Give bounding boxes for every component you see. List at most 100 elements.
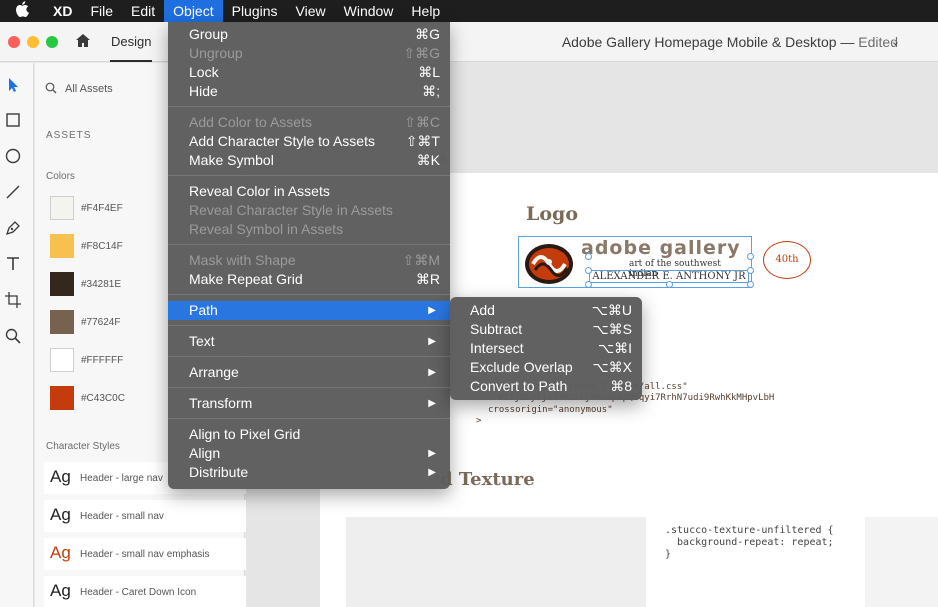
menu-separator — [168, 294, 450, 295]
menu-item-text[interactable]: Text ▶ — [168, 332, 450, 351]
menu-item-label: Reveal Symbol in Assets — [189, 221, 344, 237]
color-swatch — [50, 348, 74, 372]
menu-item-path[interactable]: Path ▶ — [168, 301, 450, 320]
chevron-down-icon[interactable]: ⌄ — [891, 35, 900, 48]
tab-design[interactable]: Design — [110, 22, 153, 62]
color-hex: #34281E — [81, 279, 122, 290]
document-title[interactable]: Adobe Gallery Homepage Mobile & Desktop … — [562, 22, 898, 62]
color-swatch-item[interactable]: #FFFFFF — [46, 345, 186, 373]
resize-handle[interactable] — [666, 281, 673, 288]
logo-heading[interactable]: Logo — [526, 203, 578, 225]
menu-item-arrange[interactable]: Arrange ▶ — [168, 363, 450, 382]
menu-item-label: Align to Pixel Grid — [189, 426, 301, 442]
submenu-item-convert-to-path[interactable]: Convert to Path ⌘8 — [450, 377, 642, 396]
resize-handle[interactable] — [585, 253, 592, 260]
character-style-item[interactable]: Ag Header - Caret Down Icon — [44, 576, 254, 607]
style-preview: Ag — [50, 543, 71, 562]
object-menu: Group ⌘G Ungroup ⇧⌘G Lock ⌘L Hide ⌘; Add Col… — [168, 22, 450, 489]
submenu-item-subtract[interactable]: Subtract ⌥⌘S — [450, 320, 642, 339]
line-tool-icon[interactable] — [4, 183, 22, 201]
color-swatch-item[interactable]: #C43C0C — [46, 383, 186, 411]
menu-item-label: Path — [189, 302, 218, 318]
menu-separator — [168, 325, 450, 326]
menu-item-align-to-pixel-grid[interactable]: Align to Pixel Grid — [168, 425, 450, 444]
menu-separator — [168, 356, 450, 357]
submenu-arrow-icon: ▶ — [428, 398, 436, 409]
resize-handle[interactable] — [585, 267, 592, 274]
minimize-window-button[interactable] — [27, 36, 39, 48]
color-swatch-item[interactable]: #77624F — [46, 307, 186, 335]
menu-item-shortcut: ⇧⌘C — [404, 114, 440, 130]
texture-sample-2[interactable] — [865, 517, 938, 607]
submenu-item-add[interactable]: Add ⌥⌘U — [450, 301, 642, 320]
menu-item-distribute[interactable]: Distribute ▶ — [168, 463, 450, 482]
zoom-window-button[interactable] — [46, 36, 58, 48]
menu-item-reveal-symbol[interactable]: Reveal Symbol in Assets — [168, 220, 450, 239]
menu-item-reveal-color[interactable]: Reveal Color in Assets — [168, 182, 450, 201]
menu-item-shortcut: ⌥⌘I — [597, 340, 632, 356]
menu-item-mask-with-shape[interactable]: Mask with Shape ⇧⌘M — [168, 251, 450, 270]
menu-item-add-color-to-assets[interactable]: Add Color to Assets ⇧⌘C — [168, 113, 450, 132]
code-line: > — [476, 416, 482, 426]
color-swatch-item[interactable]: #F8C14F — [46, 231, 186, 259]
text-tool-icon[interactable] — [4, 255, 22, 273]
resize-handle[interactable] — [747, 281, 754, 288]
style-preview: Ag — [50, 581, 71, 600]
character-style-item[interactable]: Ag Header - small nav emphasis — [44, 538, 254, 570]
menu-item-lock[interactable]: Lock ⌘L — [168, 63, 450, 82]
submenu-item-exclude-overlap[interactable]: Exclude Overlap ⌥⌘X — [450, 358, 642, 377]
menu-view[interactable]: View — [287, 0, 335, 22]
submenu-arrow-icon: ▶ — [428, 467, 436, 478]
document-name: Adobe Gallery Homepage Mobile & Desktop — [561, 34, 837, 50]
menu-item-label: Intersect — [470, 340, 524, 356]
assets-section-title: ASSETS — [46, 130, 92, 141]
menu-item-label: Add — [470, 302, 495, 318]
menu-item-align[interactable]: Align ▶ — [168, 444, 450, 463]
texture-sample[interactable] — [346, 517, 646, 607]
menu-item-shortcut: ⇧⌘M — [402, 252, 440, 268]
menu-plugins[interactable]: Plugins — [223, 0, 287, 22]
menu-window[interactable]: Window — [335, 0, 403, 22]
menu-edit[interactable]: Edit — [122, 0, 164, 22]
color-swatch — [50, 272, 74, 296]
menu-item-reveal-character-style[interactable]: Reveal Character Style in Assets — [168, 201, 450, 220]
color-hex: #F4F4EF — [81, 203, 123, 214]
submenu-item-intersect[interactable]: Intersect ⌥⌘I — [450, 339, 642, 358]
color-swatch — [50, 234, 74, 258]
color-swatch — [50, 386, 74, 410]
home-icon[interactable] — [74, 32, 92, 50]
menu-separator — [168, 418, 450, 419]
menu-file[interactable]: File — [81, 0, 122, 22]
menu-item-add-character-style[interactable]: Add Character Style to Assets ⇧⌘T — [168, 132, 450, 151]
apple-logo-icon[interactable] — [0, 1, 44, 21]
section-heading[interactable]: d Texture — [440, 469, 535, 490]
color-swatch-item[interactable]: #F4F4EF — [46, 193, 186, 221]
character-style-item[interactable]: Ag Header - small nav — [44, 500, 254, 532]
menu-item-shortcut: ⌘L — [418, 64, 440, 80]
close-window-button[interactable] — [8, 36, 20, 48]
character-styles-title: Character Styles — [46, 441, 120, 452]
zoom-tool-icon[interactable] — [4, 327, 22, 345]
resize-handle[interactable] — [747, 253, 754, 260]
menu-item-hide[interactable]: Hide ⌘; — [168, 82, 450, 101]
menu-item-label: Transform — [189, 395, 253, 411]
ellipse-tool-icon[interactable] — [4, 147, 22, 165]
select-tool-icon[interactable] — [4, 76, 22, 94]
menu-item-make-repeat-grid[interactable]: Make Repeat Grid ⌘R — [168, 270, 450, 289]
resize-handle[interactable] — [747, 267, 754, 274]
rectangle-tool-icon[interactable] — [4, 111, 22, 129]
menu-item-ungroup[interactable]: Ungroup ⇧⌘G — [168, 44, 450, 63]
menu-object[interactable]: Object — [164, 0, 223, 22]
color-swatch-item[interactable]: #34281E — [46, 269, 186, 297]
menu-item-transform[interactable]: Transform ▶ — [168, 394, 450, 413]
menu-item-group[interactable]: Group ⌘G — [168, 25, 450, 44]
resize-handle[interactable] — [585, 281, 592, 288]
menu-xd[interactable]: XD — [44, 0, 81, 22]
selected-logo-group[interactable]: adobe gallery art of the southwest india… — [518, 236, 754, 288]
menu-item-label: Text — [189, 333, 215, 349]
artboard-tool-icon[interactable] — [4, 291, 22, 309]
menu-help[interactable]: Help — [402, 0, 449, 22]
pen-tool-icon[interactable] — [4, 219, 22, 237]
search-icon — [45, 82, 57, 94]
menu-item-make-symbol[interactable]: Make Symbol ⌘K — [168, 151, 450, 170]
